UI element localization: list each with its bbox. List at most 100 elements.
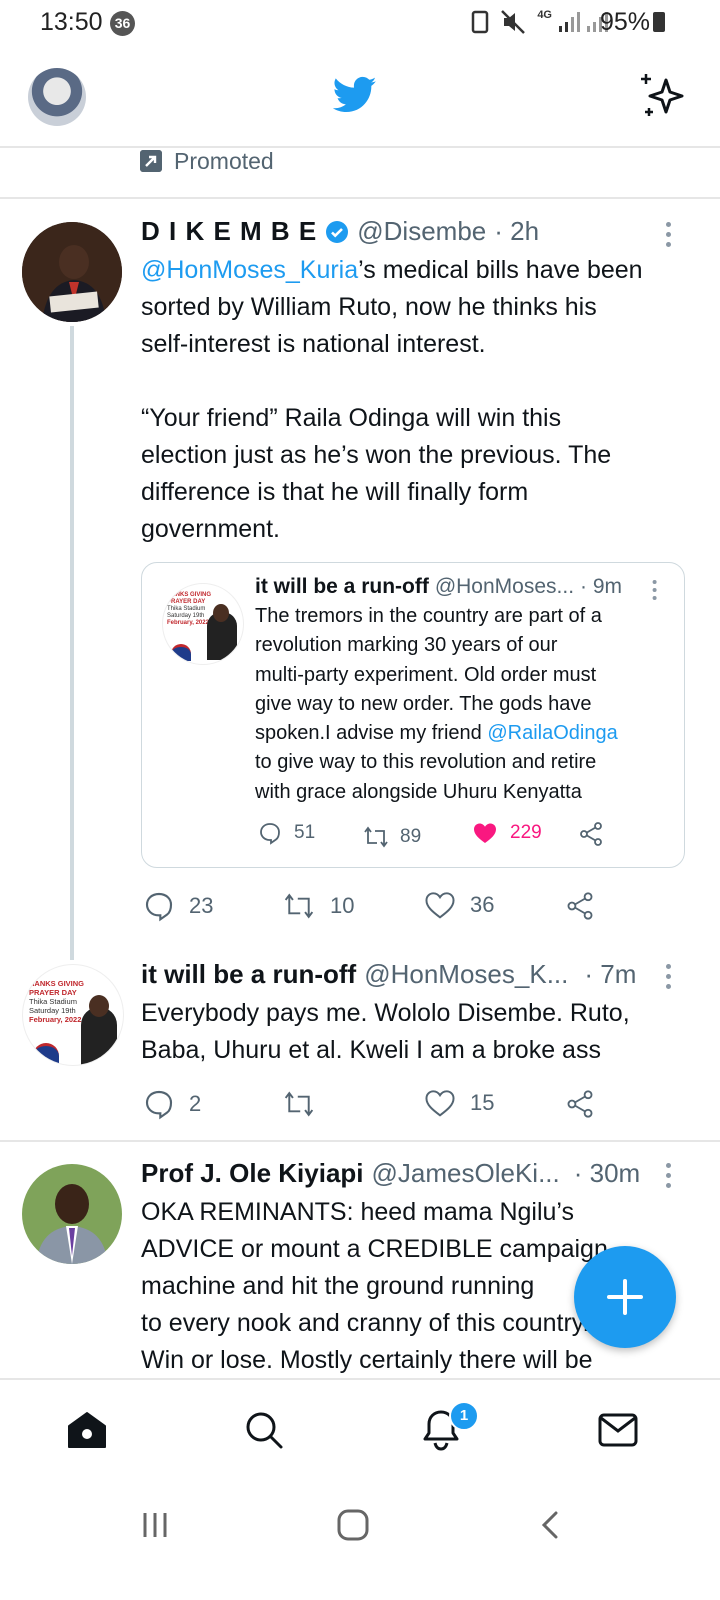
plus-icon: [607, 1279, 643, 1315]
avatar-photo: [22, 222, 122, 322]
avatar-poster-text: HANKS GIVING PRAYER DAY Thika Stadium Sa…: [167, 592, 213, 627]
tweet-author-name[interactable]: it will be a run-off: [141, 959, 356, 990]
reply-icon: [145, 892, 173, 922]
tweet-time: · 7m: [584, 959, 637, 989]
poster-head: [89, 995, 109, 1017]
tweet-text-line: election just as he’s won the previous. …: [141, 441, 612, 469]
divider: [0, 197, 720, 199]
like-count: 36: [470, 892, 495, 917]
promoted-arrow-icon: [140, 150, 162, 172]
quote-share-icon[interactable]: [578, 821, 604, 847]
tweet-text-line: sorted by William Ruto, now he thinks hi…: [141, 293, 597, 321]
like-button[interactable]: 36: [424, 890, 494, 920]
quote-body: The tremors in the country are part of a…: [255, 602, 675, 807]
poster-line: HANKS GIVING: [29, 979, 85, 988]
tweet-avatar-dikembe[interactable]: [22, 222, 122, 322]
quote-mention-link[interactable]: @RailaOdinga: [487, 722, 617, 744]
promoted-label: Promoted: [174, 148, 274, 174]
tweet-author-name[interactable]: D I K E M B E: [141, 216, 317, 247]
tweet-author-name[interactable]: Prof J. Ole Kiyiapi: [141, 1158, 364, 1189]
divider: [0, 1140, 720, 1142]
quote-retweet-button[interactable]: 89: [362, 825, 421, 849]
quote-more-options-icon[interactable]: [652, 580, 658, 604]
recent-apps-icon[interactable]: [140, 1510, 170, 1540]
reply-count: 2: [189, 1091, 202, 1116]
tweet-author-handle[interactable]: @JamesOleKi...: [372, 1158, 560, 1189]
home-button-icon[interactable]: [336, 1508, 370, 1542]
profile-avatar[interactable]: [28, 68, 86, 126]
compose-tweet-button[interactable]: [574, 1246, 676, 1348]
tweet-time: · 30m: [573, 1158, 641, 1188]
home-icon[interactable]: [66, 1410, 108, 1450]
status-bar: 13:50 36 4G 95%: [0, 0, 720, 46]
signal-icon: [559, 12, 580, 32]
liked-heart-icon: [474, 823, 496, 843]
quote-reply-button[interactable]: 51: [258, 821, 315, 845]
heart-icon: [425, 892, 455, 919]
sparkle-icon[interactable]: [638, 72, 684, 118]
sim-icon: [471, 10, 489, 34]
quote-author-name[interactable]: it will be a run-off: [255, 575, 429, 599]
quote-like-button[interactable]: 229: [472, 821, 542, 845]
heart-icon: [425, 1090, 455, 1117]
more-options-icon[interactable]: [666, 222, 672, 252]
system-navigation-bar: [0, 1476, 720, 1600]
verified-badge-icon: [326, 220, 349, 243]
back-button-icon[interactable]: [538, 1510, 562, 1540]
more-options-icon[interactable]: [666, 964, 672, 994]
share-icon[interactable]: [565, 891, 595, 921]
avatar-photo: [22, 1164, 122, 1264]
tweet-text-line: government.: [141, 515, 280, 543]
quote-text-line: spoken.I advise my friend: [255, 722, 488, 745]
retweet-button[interactable]: [282, 1088, 330, 1120]
quote-avatar[interactable]: HANKS GIVING PRAYER DAY Thika Stadium Sa…: [162, 583, 244, 665]
quote-reply-count: 51: [294, 822, 316, 843]
poster-line: Saturday 19th: [29, 1006, 76, 1015]
battery-percent: 95%: [599, 8, 650, 36]
retweet-icon: [284, 893, 314, 919]
notifications-badge: 1: [449, 1401, 479, 1431]
poster-line: PRAYER DAY: [29, 988, 77, 997]
retweet-button[interactable]: 10: [282, 890, 354, 922]
share-icon[interactable]: [565, 1089, 595, 1119]
reply-count: 23: [189, 893, 214, 918]
quote-text-line: with grace alongside Uhuru Kenyatta: [255, 780, 582, 803]
quote-tweet-card[interactable]: HANKS GIVING PRAYER DAY Thika Stadium Sa…: [141, 562, 685, 868]
tweet-text-line: ’s medical bills have been: [358, 256, 643, 284]
quote-time: · 9m: [580, 575, 623, 598]
retweet-icon: [284, 1091, 314, 1117]
poster-line: PRAYER DAY: [167, 599, 206, 605]
poster-emblem: [33, 1043, 59, 1064]
poster-line: Thika Stadium: [167, 606, 206, 612]
retweet-count: 10: [330, 893, 355, 918]
tweet-mention-link[interactable]: @HonMoses_Kuria: [141, 256, 358, 284]
messages-mail-icon[interactable]: [597, 1412, 639, 1448]
quote-text-line: multi-party experiment. Old order must: [255, 663, 597, 686]
search-icon[interactable]: [244, 1410, 284, 1450]
quote-retweet-count: 89: [400, 826, 422, 847]
quote-header: it will be a run-off @HonMoses... · 9m: [255, 575, 622, 599]
more-options-icon[interactable]: [666, 1163, 672, 1193]
tweet-text-line: Baba, Uhuru et al. Kweli I am a broke as…: [141, 1036, 601, 1064]
tweet-header: it will be a run-off @HonMoses_K... · 7m: [141, 959, 636, 990]
like-button[interactable]: 15: [424, 1088, 494, 1118]
quote-author-handle[interactable]: @HonMoses...: [435, 575, 574, 599]
twitter-logo-icon[interactable]: [333, 76, 377, 114]
tweet-author-handle[interactable]: @Disembe: [357, 216, 486, 247]
poster-line: Thika Stadium: [29, 997, 77, 1006]
network-type: 4G: [537, 9, 552, 21]
reply-button[interactable]: 23: [143, 890, 213, 922]
tweet-text-line: Everybody pays me. Wololo Disembe. Ruto,: [141, 999, 630, 1027]
reply-button[interactable]: 2: [143, 1088, 201, 1120]
tweet-text-line: difference is that he will finally form: [141, 478, 529, 506]
tweet-author-handle[interactable]: @HonMoses_K...: [364, 959, 568, 990]
tweet-avatar-runoff[interactable]: HANKS GIVING PRAYER DAY Thika Stadium Sa…: [22, 964, 124, 1066]
thread-line: [70, 326, 74, 960]
tweet-avatar-kiyiapi[interactable]: [22, 1164, 122, 1264]
poster-line: February, 2022: [29, 1015, 82, 1024]
avatar-poster-text: HANKS GIVING PRAYER DAY Thika Stadium Sa…: [29, 979, 85, 1024]
bottom-nav: 1: [0, 1378, 720, 1478]
poster-head: [213, 604, 229, 622]
tweet-body: Everybody pays me. Wololo Disembe. Ruto,…: [141, 995, 701, 1069]
reply-icon: [145, 1090, 173, 1120]
